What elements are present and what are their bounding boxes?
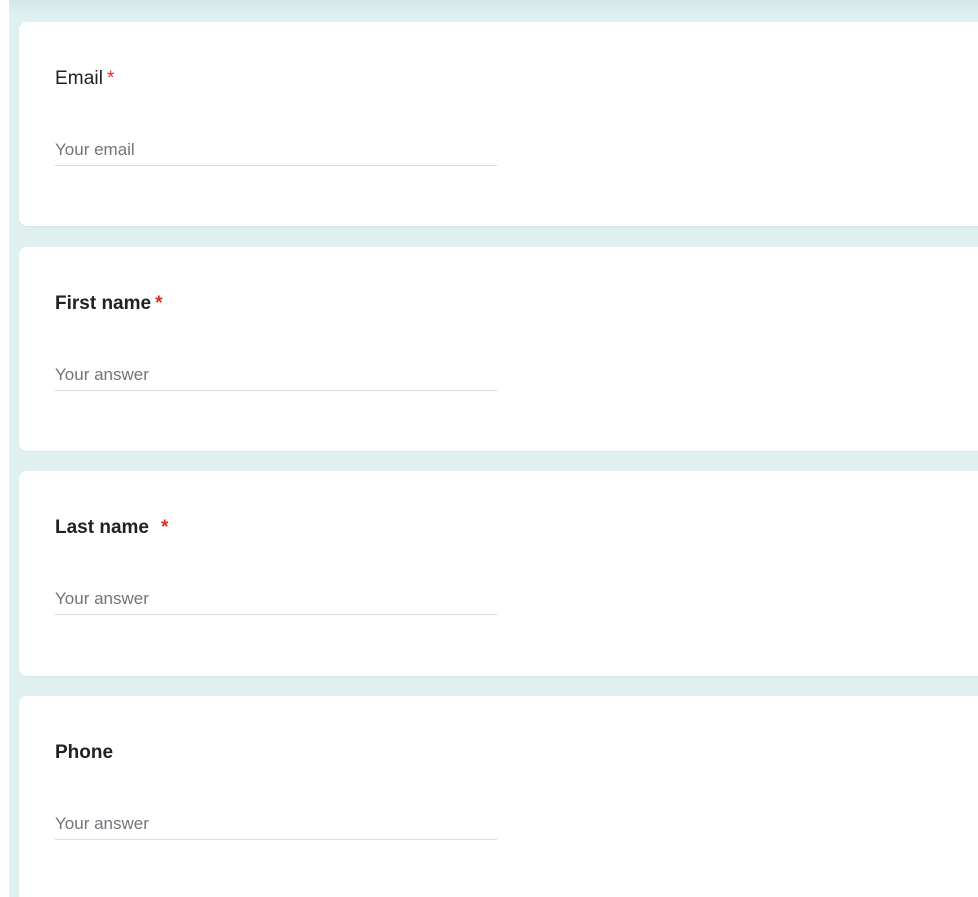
form-background: Email* First name* Last name* Phone [9, 0, 978, 897]
question-card-phone: Phone [19, 696, 978, 897]
question-title-first-name: First name * [55, 293, 163, 315]
required-asterisk: * [160, 517, 169, 538]
question-label: Last name [55, 517, 149, 538]
email-input[interactable] [55, 135, 497, 166]
question-label: Email [55, 68, 104, 89]
last-name-input[interactable] [55, 584, 497, 615]
header-shadow [9, 0, 978, 14]
required-asterisk: * [107, 68, 115, 89]
question-title-phone: Phone [55, 742, 113, 764]
phone-input[interactable] [55, 809, 497, 840]
question-card-first-name: First name * [19, 247, 978, 451]
required-asterisk: * [155, 293, 163, 314]
question-title-email: Email * [55, 68, 115, 90]
question-label: Phone [55, 742, 114, 763]
question-card-last-name: Last name * [19, 471, 978, 676]
question-title-last-name: Last name * [55, 517, 168, 539]
question-card-email: Email * [19, 22, 978, 226]
question-label: First name [55, 293, 152, 314]
first-name-input[interactable] [55, 360, 497, 391]
